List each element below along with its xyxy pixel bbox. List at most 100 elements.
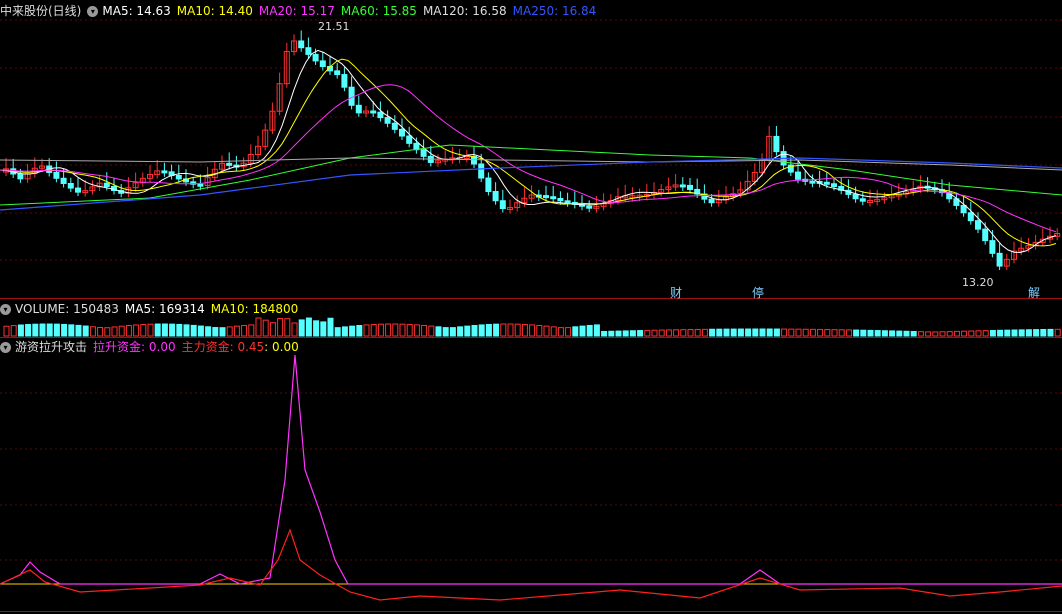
volume-bar xyxy=(831,329,838,337)
volume-value: VOLUME: 150483 xyxy=(15,302,119,316)
candle-body xyxy=(348,86,355,106)
volume-bar xyxy=(1004,329,1011,337)
volume-bar xyxy=(1025,329,1032,337)
volume-bar xyxy=(53,323,60,337)
ma10-line xyxy=(0,58,1057,247)
volume-bar xyxy=(709,328,716,337)
volume-bar xyxy=(298,319,305,337)
volume-bar xyxy=(773,328,780,337)
volume-bar xyxy=(845,329,852,337)
volume-bar xyxy=(305,317,312,337)
volume-bar xyxy=(406,323,413,337)
volume-bar xyxy=(860,329,867,337)
candle-body xyxy=(377,111,384,119)
volume-bar xyxy=(161,323,168,337)
candle-body xyxy=(53,171,60,179)
volume-bar xyxy=(241,325,248,337)
volume-bar xyxy=(629,330,636,337)
volume-bar xyxy=(1018,329,1025,337)
volume-bar xyxy=(651,329,658,337)
volume-bar xyxy=(601,330,608,337)
volume-bar xyxy=(125,325,132,337)
volume-bar xyxy=(255,317,262,337)
volume-bar xyxy=(565,327,572,337)
candle-body xyxy=(305,47,312,55)
volume-bar xyxy=(543,325,550,337)
volume-bar xyxy=(853,329,860,337)
volume-bar xyxy=(781,328,788,337)
settings-circle-icon[interactable]: ▾ xyxy=(0,304,11,315)
settings-circle-icon[interactable]: ▾ xyxy=(0,342,11,353)
low-price-label: 13.20 xyxy=(962,276,994,289)
volume-bar xyxy=(485,323,492,337)
volume-bar xyxy=(291,322,298,337)
volume-bar xyxy=(442,327,449,337)
volume-bar xyxy=(932,331,939,337)
lift-funds-line xyxy=(0,354,1062,585)
candle-body xyxy=(492,190,499,202)
candle-body xyxy=(996,252,1003,267)
volume-bar xyxy=(824,329,831,337)
volume-bar xyxy=(68,324,75,337)
volume-bar xyxy=(176,323,183,337)
volume-bar xyxy=(104,327,111,337)
volume-bar xyxy=(593,324,600,337)
volume-bar xyxy=(1040,328,1047,337)
volume-bar xyxy=(680,329,687,337)
volume-bar xyxy=(363,324,370,337)
candle-body xyxy=(161,170,168,174)
volume-bar xyxy=(1033,329,1040,337)
volume-bar xyxy=(673,329,680,337)
volume-bar xyxy=(183,324,190,337)
volume-ma10: MA10: 184800 xyxy=(210,302,299,316)
unlock-marker[interactable]: 解 xyxy=(1028,284,1040,301)
candle-body xyxy=(67,182,74,189)
candle-body xyxy=(17,173,24,180)
volume-bar xyxy=(205,326,212,337)
volume-bar xyxy=(896,330,903,337)
volume-bar xyxy=(910,330,917,337)
volume-bar xyxy=(500,323,507,337)
volume-bar xyxy=(795,328,802,337)
candle-body xyxy=(687,184,693,190)
candle-body xyxy=(298,40,305,49)
ma250-line xyxy=(0,157,1062,211)
volume-bar xyxy=(529,324,536,337)
high-price-label: 21.51 xyxy=(318,20,350,33)
volume-bar xyxy=(1047,328,1054,337)
volume-bar xyxy=(226,326,233,337)
volume-bar xyxy=(457,326,464,337)
volume-bar xyxy=(701,328,708,337)
suspension-marker[interactable]: 停 xyxy=(752,284,764,301)
volume-bar xyxy=(766,328,773,337)
volume-bar xyxy=(961,330,968,337)
volume-bar xyxy=(82,325,89,337)
volume-bar xyxy=(377,323,384,337)
candle-body xyxy=(543,195,549,199)
lift-funds-label: 拉升资金: 0.00 xyxy=(93,340,176,354)
panel-divider xyxy=(0,611,1062,612)
volume-bar xyxy=(514,323,521,337)
volume-bar xyxy=(111,326,118,337)
candle-body xyxy=(586,205,593,209)
volume-bar xyxy=(521,323,528,337)
volume-bar xyxy=(586,324,593,337)
volume-bar xyxy=(39,323,46,337)
ma120-line xyxy=(0,157,1062,171)
volume-bar xyxy=(313,320,320,337)
volume-bar xyxy=(493,323,500,337)
volume-bar xyxy=(817,328,824,337)
candle-body xyxy=(420,149,427,157)
volume-bar xyxy=(17,324,24,337)
candle-body xyxy=(485,177,492,192)
main-funds-line xyxy=(0,528,1062,601)
volume-bar xyxy=(788,328,795,337)
volume-bar xyxy=(46,323,53,337)
earnings-marker[interactable]: 财 xyxy=(670,284,682,301)
volume-bar xyxy=(197,325,204,337)
volume-bar xyxy=(32,323,39,337)
volume-bar xyxy=(3,325,10,337)
volume-bar xyxy=(370,323,377,337)
volume-bar xyxy=(428,325,435,337)
candle-body xyxy=(795,171,801,180)
